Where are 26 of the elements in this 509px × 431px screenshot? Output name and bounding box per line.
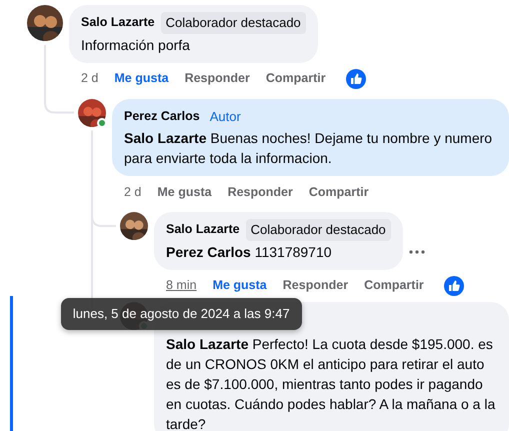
timestamp-link[interactable]: 2 d [124,182,142,202]
more-icon [408,250,425,254]
contributor-badge: Colaborador destacado [246,219,391,240]
like-reaction-icon[interactable] [346,68,366,88]
author-name[interactable]: Salo Lazarte [166,220,240,240]
share-link[interactable]: Compartir [308,182,369,202]
comment-text: Información porfa [81,36,191,54]
like-reaction-icon[interactable] [444,276,464,296]
author-name[interactable]: Perez Carlos [124,106,200,126]
comment-text: Salo Lazarte Perfecto! La cuota desde $195.000. es de un CRONOS 0KM el anticipo para retirar el auto es de $7.100.000, mientras tanto podes ir pagando en cuotas. Cuándo podes hablar? A la mañana o a la tarde? [166,334,496,431]
share-link[interactable]: Compartir [364,276,424,295]
like-link[interactable]: Me gusta [114,69,169,88]
share-link[interactable]: Compartir [266,69,326,88]
reply-link[interactable]: Responder [228,182,293,202]
like-link[interactable]: Me gusta [157,182,212,202]
comment-text: Perez Carlos 1131789710 [166,242,333,262]
author-label: Autor [208,108,242,126]
reply-link[interactable]: Responder [282,276,348,295]
author-name[interactable]: Salo Lazarte [81,13,155,32]
timestamp-link[interactable]: 8 min [166,276,197,295]
date-tooltip: lunes, 5 de agosto de 2024 a las 9:47 [60,298,302,330]
reply-link[interactable]: Responder [184,69,250,88]
contributor-badge: Colaborador destacado [160,12,306,34]
comment-text: Salo Lazarte Buenas noches! Dejame tu nombre y numero para enviarte toda la informacion. [124,129,494,168]
timestamp-link[interactable]: 2 d [81,69,98,88]
like-link[interactable]: Me gusta [212,276,267,295]
